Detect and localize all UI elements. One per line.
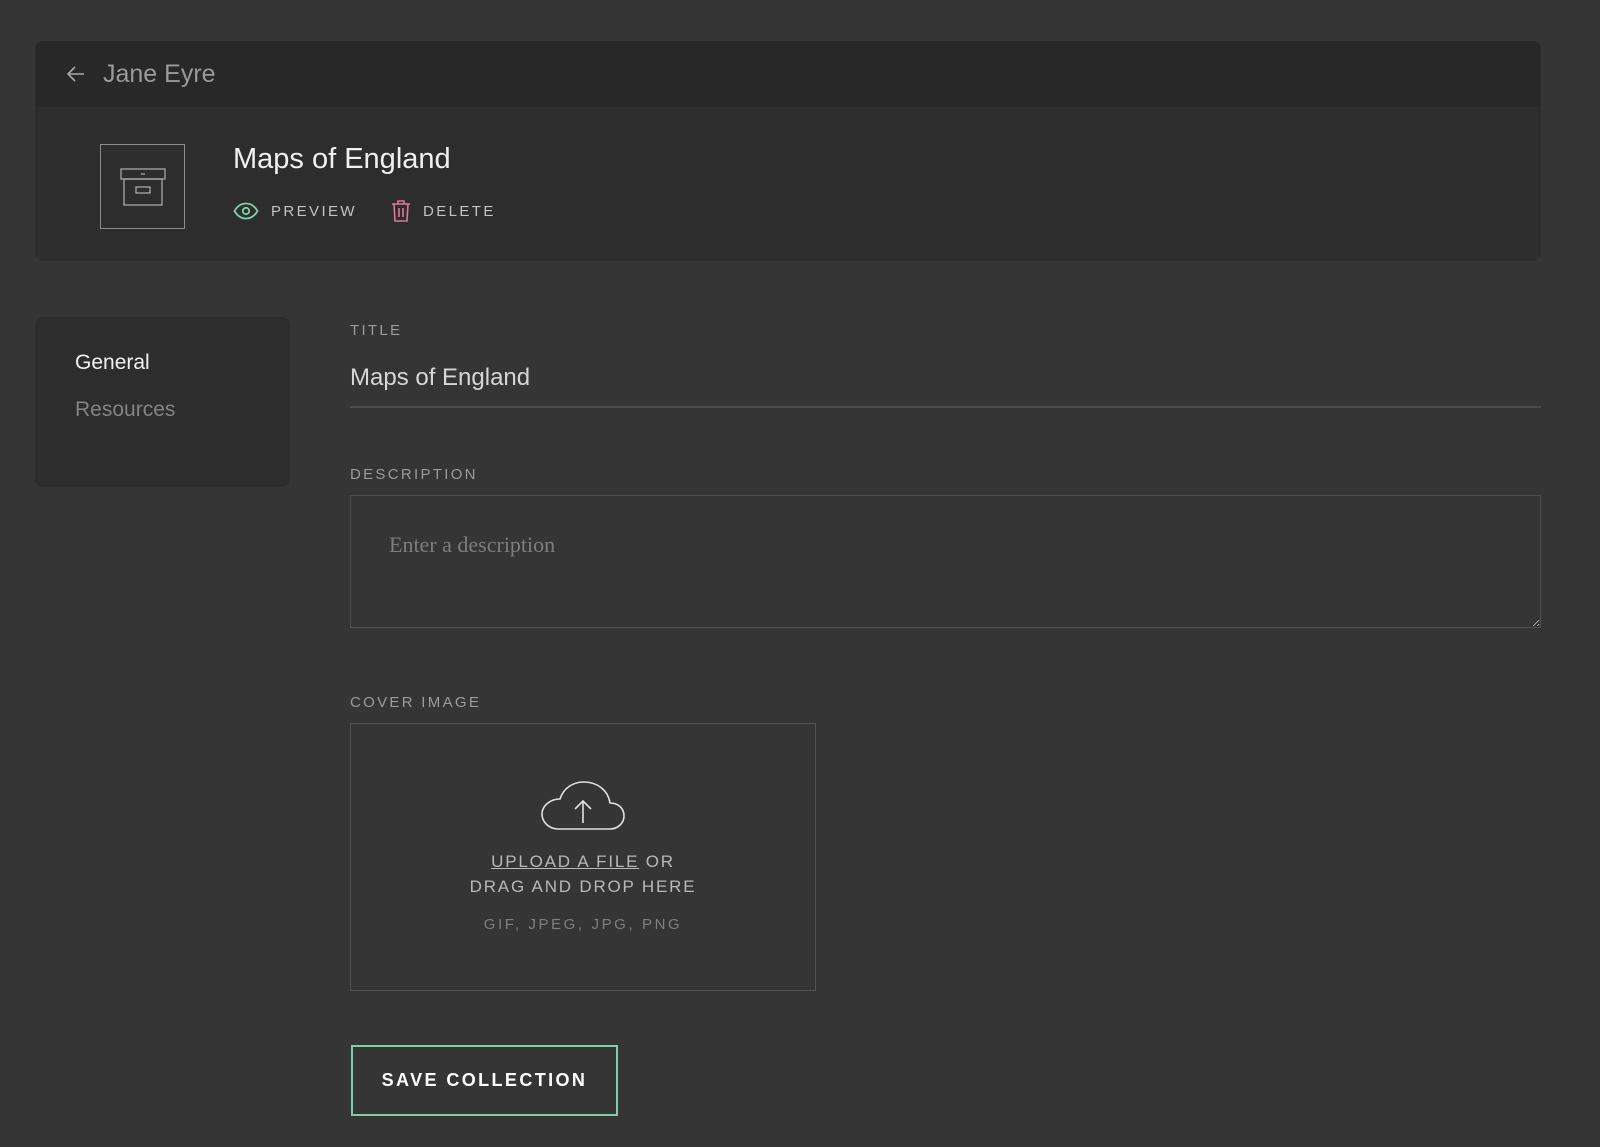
cover-image-dropzone[interactable]: UPLOAD A FILE OR DRAG AND DROP HERE GIF,… (350, 723, 816, 991)
delete-button[interactable]: DELETE (391, 199, 496, 223)
description-label: DESCRIPTION (350, 466, 478, 483)
upload-file-link[interactable]: UPLOAD A FILE (491, 852, 639, 871)
arrow-left-icon[interactable] (65, 63, 87, 85)
save-collection-button[interactable]: SAVE COLLECTION (351, 1045, 618, 1116)
accepted-formats: GIF, JPEG, JPG, PNG (483, 916, 683, 933)
preview-label: PREVIEW (271, 202, 357, 220)
eye-icon (233, 202, 259, 220)
sidebar-item-resources[interactable]: Resources (75, 398, 250, 422)
cover-image-label: COVER IMAGE (350, 694, 482, 711)
upload-instructions: UPLOAD A FILE OR (351, 852, 815, 872)
collection-thumbnail (100, 144, 185, 229)
parent-title[interactable]: Jane Eyre (103, 60, 216, 89)
trash-icon (391, 200, 410, 222)
cloud-upload-icon (541, 781, 625, 830)
collection-info: Maps of England PREVIEW DELETE (35, 107, 1541, 261)
title-label: TITLE (350, 322, 403, 339)
collection-header: Jane Eyre Maps of England PREVIEW DELETE (35, 41, 1541, 261)
title-input[interactable] (350, 350, 1541, 408)
description-textarea[interactable] (350, 495, 1541, 628)
collection-title: Maps of England (233, 143, 451, 175)
sidebar-item-general[interactable]: General (75, 351, 250, 375)
preview-button[interactable]: PREVIEW (233, 202, 357, 220)
upload-or-text: OR (639, 852, 675, 871)
collection-actions: PREVIEW DELETE (233, 199, 496, 223)
archive-box-icon (119, 167, 166, 206)
sidebar-nav: General Resources (35, 317, 290, 487)
top-bar: Jane Eyre (35, 41, 1541, 107)
drag-drop-text: DRAG AND DROP HERE (469, 877, 697, 896)
delete-label: DELETE (422, 202, 496, 220)
